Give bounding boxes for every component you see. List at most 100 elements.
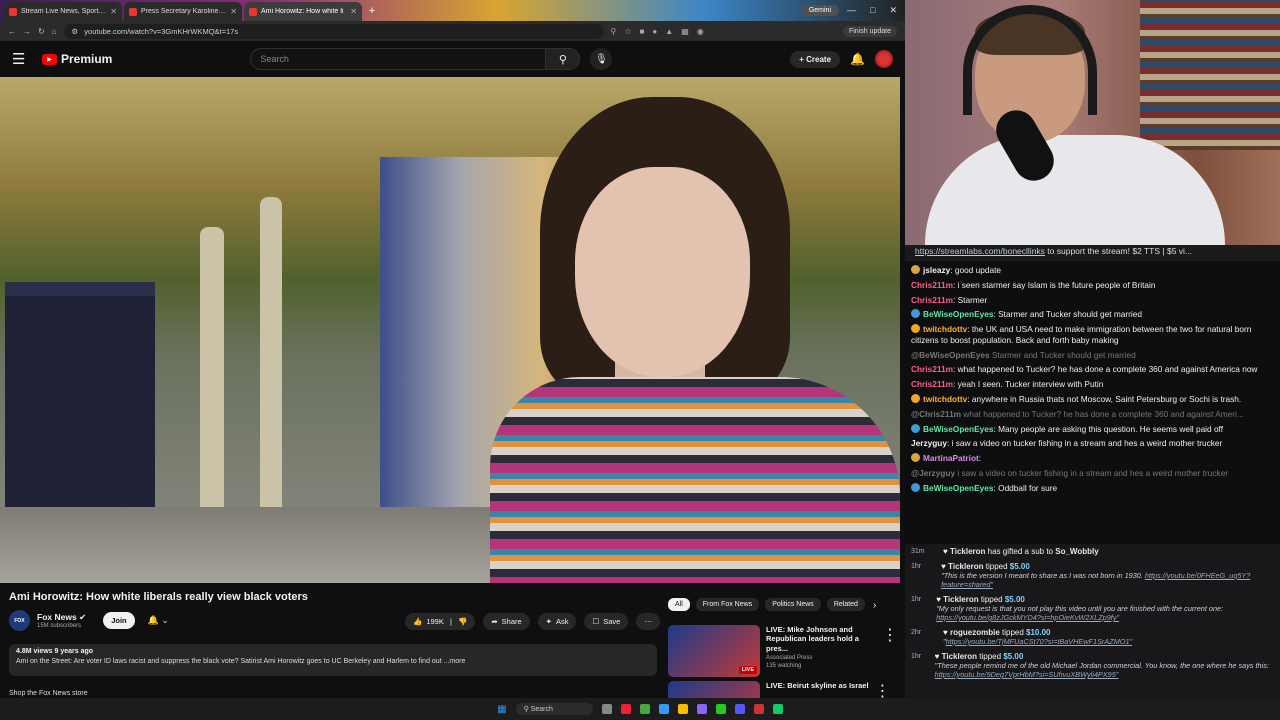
- app-icon[interactable]: [753, 704, 764, 714]
- close-icon[interactable]: ✕: [889, 5, 897, 16]
- tip-event: 31m ♥ Tickleron has gifted a sub to So_Wo…: [905, 544, 1280, 559]
- chat-username[interactable]: BeWiseOpenEyes: [923, 309, 993, 319]
- tipper-name[interactable]: Tickleron: [942, 652, 977, 661]
- tip-link[interactable]: https://youtu.be/TjMFUaCSt70?si=tBaVHEwF…: [946, 637, 1133, 646]
- minimize-icon[interactable]: —: [847, 5, 856, 16]
- home-icon[interactable]: ⌂: [52, 27, 57, 36]
- folder-icon[interactable]: [677, 704, 688, 714]
- reload-icon[interactable]: ↻: [38, 27, 45, 36]
- chip-politics-news[interactable]: Politics News: [765, 598, 821, 611]
- finish-update-button[interactable]: Finish update: [842, 25, 897, 37]
- chip-all[interactable]: All: [668, 598, 690, 611]
- extension-icon[interactable]: ●: [652, 27, 657, 36]
- gift-recipient[interactable]: So_Wobbly: [1055, 547, 1098, 556]
- site-info-icon[interactable]: ⚙: [72, 27, 79, 36]
- app-icon[interactable]: [620, 704, 631, 714]
- chat-username[interactable]: BeWiseOpenEyes: [923, 483, 993, 493]
- tab-close-icon[interactable]: ✕: [350, 7, 357, 16]
- like-button[interactable]: 👍 199K | 👎: [405, 613, 476, 630]
- zoom-icon[interactable]: ⚲: [611, 27, 617, 36]
- browser-tab[interactable]: Ami Horowitz: How white li ✕: [244, 2, 362, 21]
- tipper-name[interactable]: roguezombie: [950, 628, 1000, 637]
- chat-username[interactable]: twitchdottv: [923, 324, 967, 334]
- chat-username[interactable]: BeWiseOpenEyes: [923, 424, 993, 434]
- voice-search-button[interactable]: 🎙: [590, 48, 613, 70]
- back-icon[interactable]: ←: [8, 27, 16, 36]
- more-vert-icon[interactable]: ⋮: [882, 625, 898, 677]
- share-button[interactable]: ➦ Share: [483, 613, 530, 630]
- video-player[interactable]: [0, 77, 900, 583]
- recommendation-item[interactable]: LIVE LIVE: Mike Johnson and Republican le…: [668, 625, 898, 677]
- tip-link[interactable]: https://youtu.be/9Deg7VprHbM?si=SUhvuXBW…: [935, 670, 1119, 679]
- recommendation-title[interactable]: LIVE: Mike Johnson and Republican leader…: [766, 625, 876, 653]
- tip-icon: ♥: [934, 652, 942, 661]
- create-button[interactable]: + Create: [790, 50, 841, 68]
- chat-username[interactable]: Chris211m: [911, 295, 953, 305]
- chip-related[interactable]: Related: [826, 598, 865, 611]
- shop-store-label[interactable]: Shop the Fox News store: [9, 690, 88, 697]
- chat-username[interactable]: Jerzyguy: [911, 438, 947, 448]
- chat-username[interactable]: @Chris211m: [911, 409, 961, 419]
- save-button[interactable]: ☐ Save: [584, 613, 629, 630]
- chat-text: what happened to Tucker? he has done a c…: [957, 364, 1258, 375]
- new-tab-button[interactable]: +: [364, 5, 380, 17]
- more-actions-button[interactable]: ⋯: [636, 613, 660, 630]
- ask-button[interactable]: ✦ Ask: [537, 613, 577, 630]
- spotify-icon[interactable]: [715, 704, 726, 714]
- app-icon[interactable]: [734, 704, 745, 714]
- taskbar-search[interactable]: ⚲ Search: [515, 703, 593, 715]
- tab-close-icon[interactable]: ✕: [110, 7, 117, 16]
- chat-username[interactable]: @BeWiseOpenEyes: [911, 350, 990, 360]
- thumbs-down-icon[interactable]: 👎: [458, 617, 467, 626]
- browser-tab[interactable]: Press Secretary Karoline Le ✕: [124, 2, 242, 21]
- chat-username[interactable]: twitchdottv: [923, 394, 967, 404]
- search-button[interactable]: ⚲: [546, 48, 581, 70]
- tip-link[interactable]: https://youtu.be/g8zJGckMYD4?si=hpOieKvW…: [936, 613, 1119, 622]
- app-icon[interactable]: [658, 704, 669, 714]
- video-thumbnail[interactable]: LIVE: [668, 625, 760, 677]
- chat-username[interactable]: jsleazy: [923, 265, 950, 275]
- join-button[interactable]: Join: [103, 612, 135, 629]
- chevron-right-icon[interactable]: ›: [873, 600, 876, 611]
- channel-name[interactable]: Fox News ✔: [37, 612, 86, 623]
- chat-username[interactable]: Chris211m: [911, 280, 953, 290]
- extension-icon[interactable]: ▲: [665, 27, 673, 36]
- chat-text: Starmer: [957, 294, 988, 305]
- forward-icon[interactable]: →: [23, 27, 31, 36]
- browser-tab[interactable]: Stream Live News, Sports, and ✕: [4, 2, 122, 21]
- chip-from-fox-news[interactable]: From Fox News: [695, 598, 760, 611]
- search-input[interactable]: Search: [250, 48, 547, 70]
- chrome-icon[interactable]: [639, 704, 650, 714]
- windows-start-icon[interactable]: ▦: [497, 704, 506, 715]
- channel-avatar[interactable]: FOX: [9, 610, 30, 631]
- chat-username[interactable]: MartinaPatriot: [923, 453, 979, 463]
- tab-close-icon[interactable]: ✕: [230, 7, 237, 16]
- promo-link[interactable]: https://streamlabs.com/bonecllinks: [915, 246, 1045, 256]
- tip-time: 2hr: [911, 629, 922, 636]
- profile-icon[interactable]: ◉: [697, 27, 704, 36]
- tipper-name[interactable]: Tickleron: [950, 547, 985, 556]
- maximize-icon[interactable]: □: [870, 5, 875, 16]
- app-icon[interactable]: [696, 704, 707, 714]
- chat-username[interactable]: Chris211m: [911, 379, 953, 389]
- ask-label: Ask: [555, 617, 569, 626]
- subscribe-bell-button[interactable]: 🔔 ⌄: [148, 615, 169, 626]
- app-icon[interactable]: [772, 704, 783, 714]
- chat-username[interactable]: Chris211m: [911, 364, 953, 374]
- star-icon[interactable]: ☆: [624, 27, 631, 36]
- task-view-icon[interactable]: [601, 704, 612, 714]
- youtube-logo[interactable]: ▶ Premium: [42, 52, 112, 66]
- tipper-name[interactable]: Tickleron: [943, 595, 978, 604]
- recommendation-title[interactable]: LIVE: Beirut skyline as Israel: [766, 681, 869, 690]
- puzzle-icon[interactable]: ▦: [681, 27, 689, 36]
- description-box[interactable]: 4.8M views 9 years ago Ami on the Street…: [9, 644, 657, 676]
- tipper-name[interactable]: Tickleron: [948, 562, 983, 571]
- chat-username[interactable]: @Jerzyguy: [911, 468, 955, 478]
- tip-message-text: "This is the version I meant to share as…: [941, 571, 1145, 580]
- notifications-bell-icon[interactable]: 🔔: [850, 52, 865, 66]
- hamburger-menu-icon[interactable]: ☰: [12, 50, 32, 68]
- url-field[interactable]: ⚙ youtube.com/watch?v=3GmKHrWKMQ&t=17s: [63, 23, 604, 39]
- extension-icon[interactable]: ■: [640, 27, 645, 36]
- gemini-button[interactable]: Gemini: [800, 5, 840, 16]
- avatar[interactable]: [875, 50, 893, 68]
